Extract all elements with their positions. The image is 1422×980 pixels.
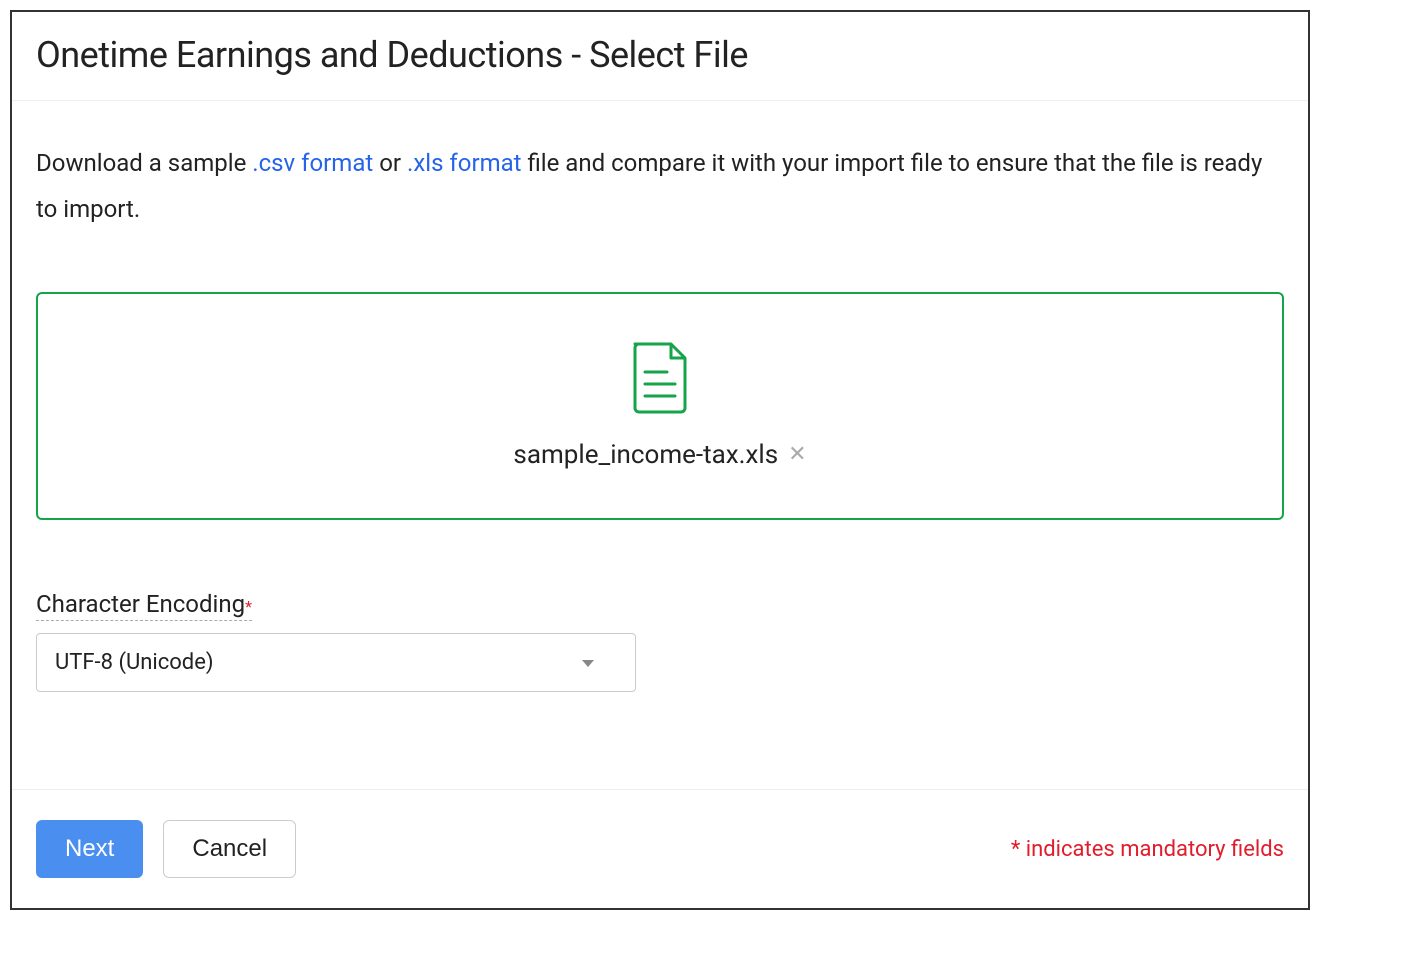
chevron-down-icon [581,650,595,675]
uploaded-file-row: sample_income-tax.xls ✕ [513,440,806,470]
page-title: Onetime Earnings and Deductions - Select… [36,34,1284,76]
instruction-middle: or [379,149,407,177]
encoding-field: Character Encoding* UTF-8 (Unicode) [36,590,1284,692]
xls-format-link[interactable]: .xls format [407,149,522,177]
required-asterisk: * [245,597,252,616]
uploaded-file-name: sample_income-tax.xls [513,440,778,470]
encoding-label-wrap: Character Encoding* [36,590,252,621]
panel-content: Download a sample .csv format or .xls fo… [12,101,1308,789]
csv-format-link[interactable]: .csv format [252,149,373,177]
encoding-label: Character Encoding [36,590,245,618]
encoding-selected-value: UTF-8 (Unicode) [55,650,214,675]
panel-header: Onetime Earnings and Deductions - Select… [12,12,1308,101]
encoding-select-wrap: UTF-8 (Unicode) [36,633,636,692]
instruction-prefix: Download a sample [36,149,252,177]
file-icon [631,342,689,418]
mandatory-fields-note: * indicates mandatory fields [1011,837,1284,862]
file-dropzone[interactable]: sample_income-tax.xls ✕ [36,292,1284,520]
encoding-select[interactable]: UTF-8 (Unicode) [36,633,636,692]
button-row: Next Cancel [36,820,296,878]
next-button[interactable]: Next [36,820,143,878]
import-panel: Onetime Earnings and Deductions - Select… [10,10,1310,910]
instruction-text: Download a sample .csv format or .xls fo… [36,141,1284,232]
cancel-button[interactable]: Cancel [163,820,296,878]
panel-footer: Next Cancel * indicates mandatory fields [12,789,1308,908]
remove-file-icon[interactable]: ✕ [788,444,806,466]
